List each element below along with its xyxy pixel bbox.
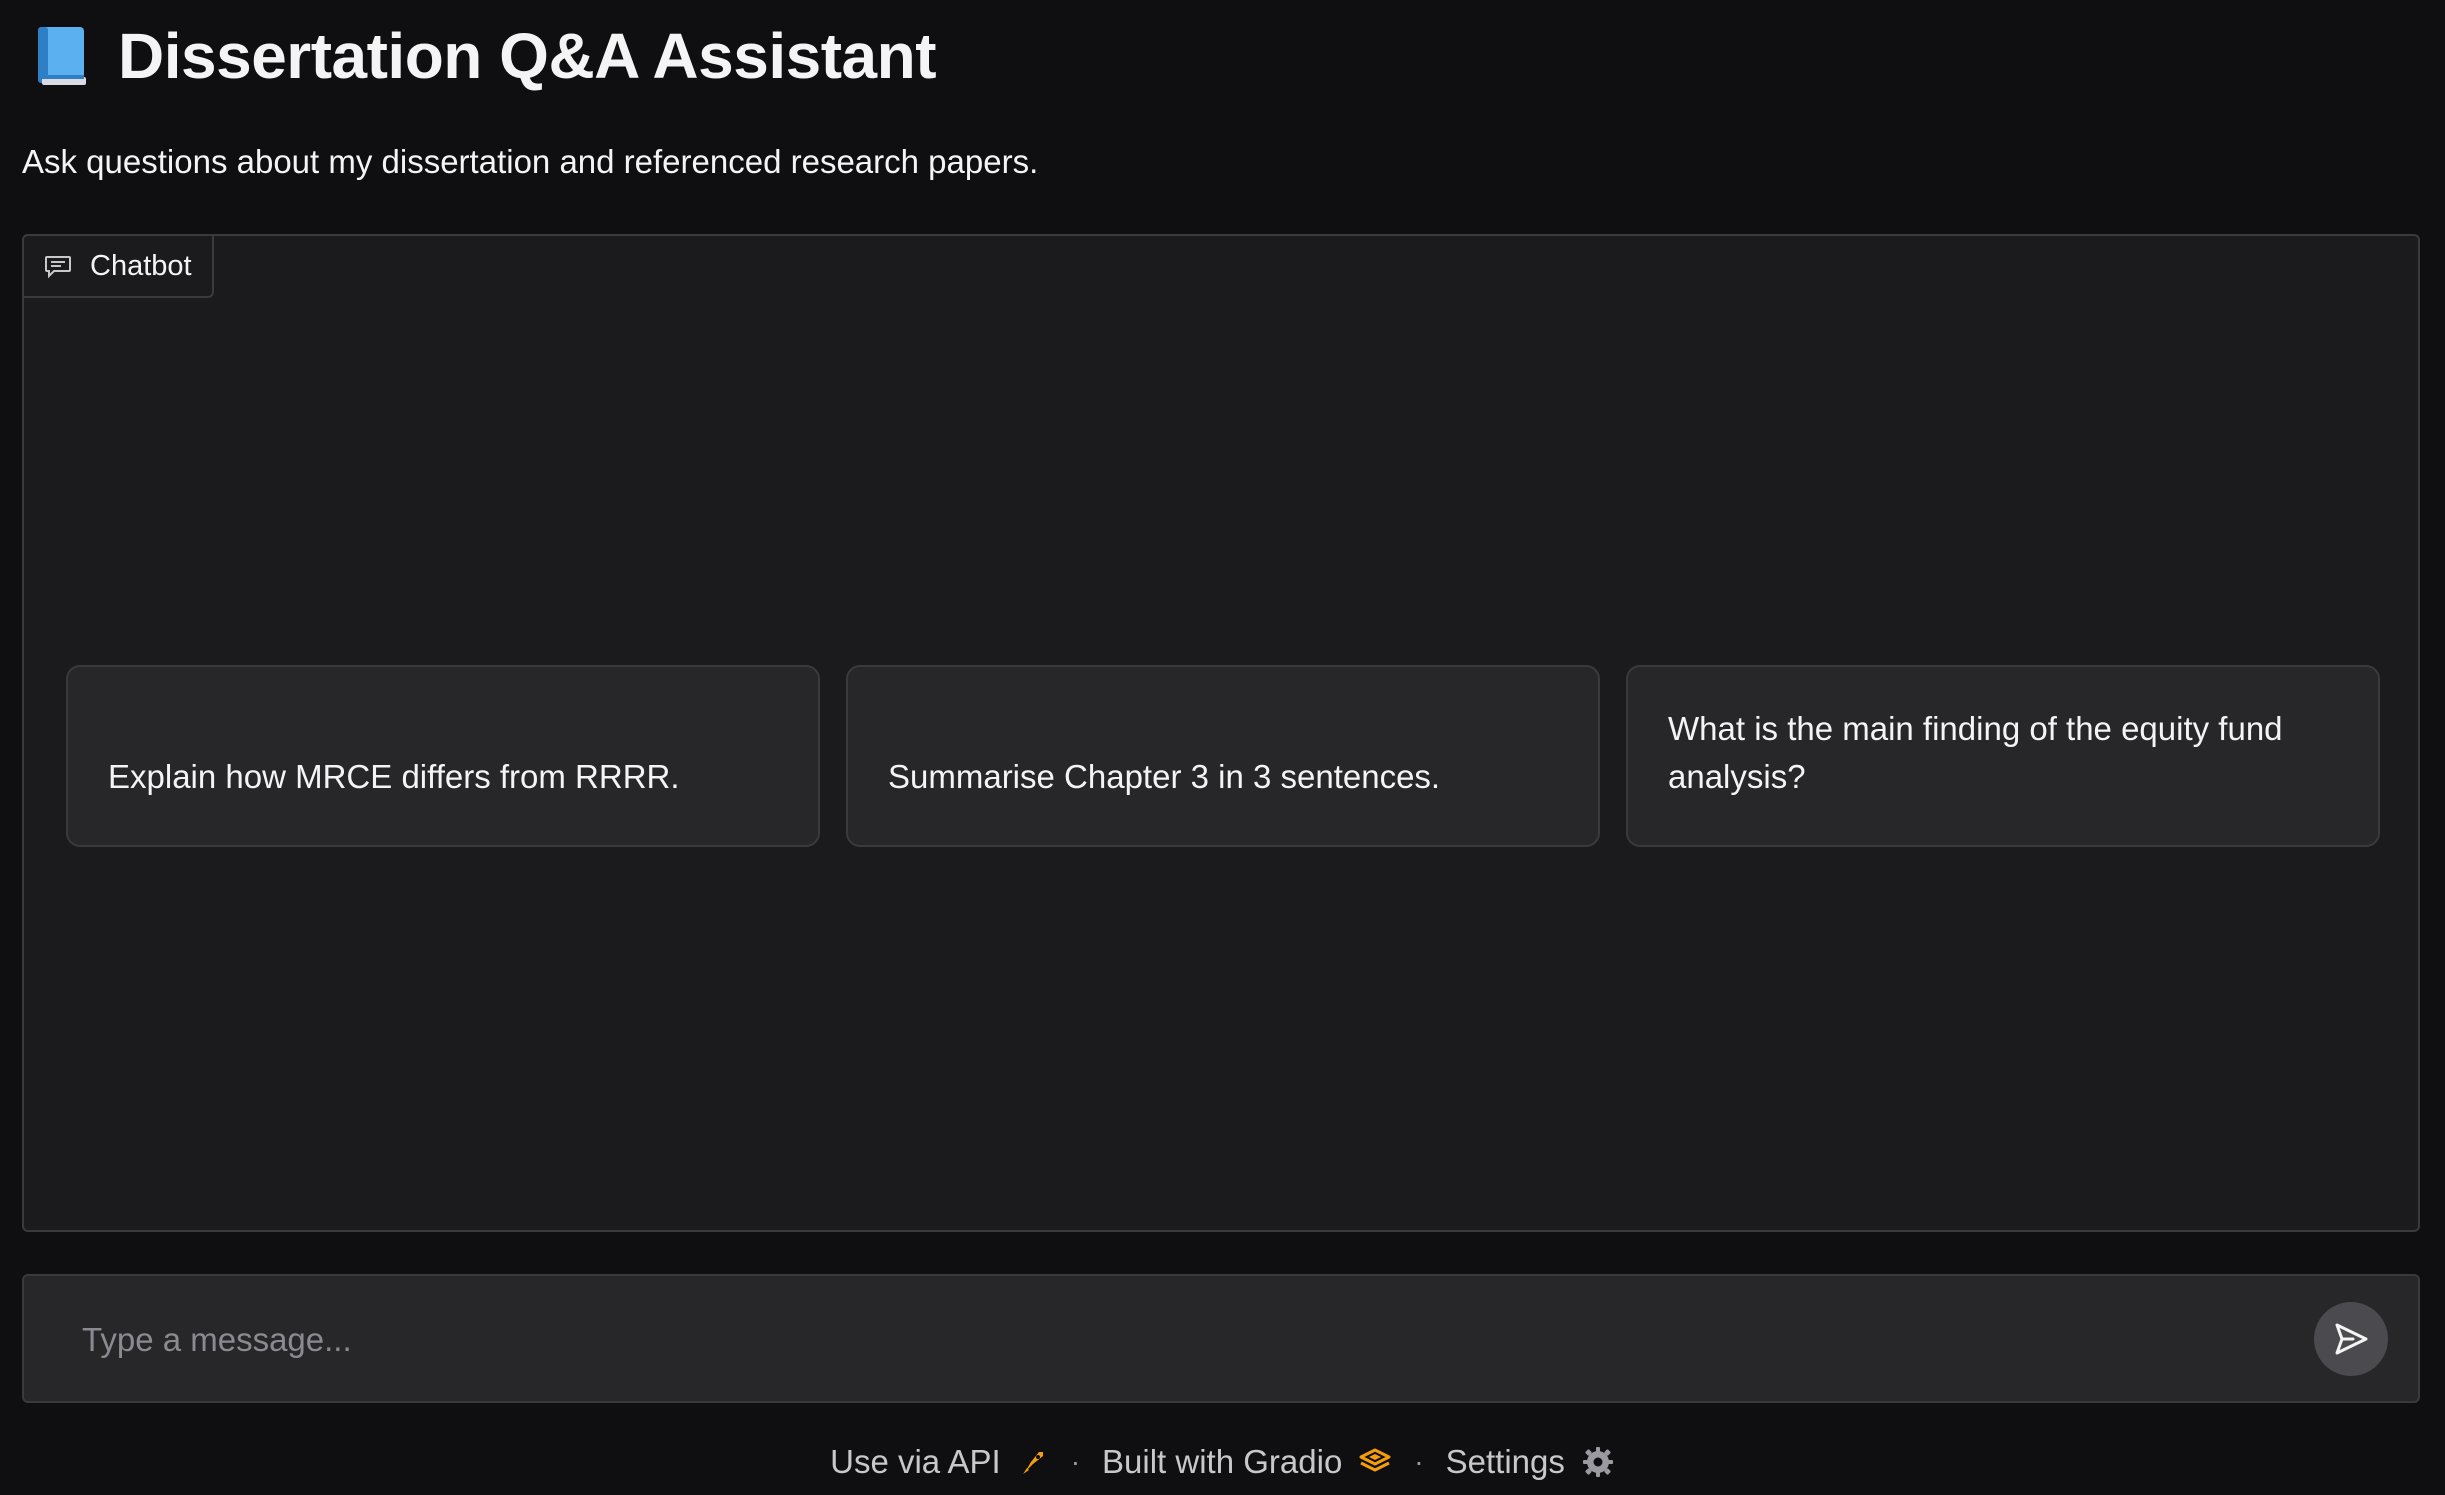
example-prompts: Explain how MRCE differs from RRRR. Summ… bbox=[66, 665, 2380, 847]
example-prompt-card[interactable]: Explain how MRCE differs from RRRR. bbox=[66, 665, 820, 847]
send-button[interactable] bbox=[2314, 1302, 2388, 1376]
gear-icon bbox=[1582, 1447, 1613, 1477]
example-prompt-text: Explain how MRCE differs from RRRR. bbox=[108, 758, 680, 795]
footer: Use via API · Built with Gradio · Settin… bbox=[0, 1443, 2445, 1481]
chatbot-panel: Chatbot Explain how MRCE differs from RR… bbox=[22, 234, 2420, 1232]
page-title: Dissertation Q&A Assistant bbox=[118, 20, 937, 92]
gradio-logo-icon bbox=[1359, 1448, 1391, 1472]
example-prompt-text: What is the main finding of the equity f… bbox=[1668, 710, 2283, 795]
app-root: Dissertation Q&A Assistant Ask questions… bbox=[0, 0, 2445, 1495]
built-with-gradio-link[interactable]: Built with Gradio bbox=[1102, 1443, 1392, 1481]
rocket-icon bbox=[1022, 1452, 1043, 1474]
message-input[interactable] bbox=[80, 1306, 2234, 1374]
example-prompt-card[interactable]: Summarise Chapter 3 in 3 sentences. bbox=[846, 665, 1600, 847]
settings-link[interactable]: Settings bbox=[1446, 1443, 1615, 1481]
settings-label: Settings bbox=[1445, 1443, 1565, 1480]
header: Dissertation Q&A Assistant bbox=[36, 14, 937, 98]
built-with-gradio-label: Built with Gradio bbox=[1102, 1443, 1343, 1480]
use-via-api-label: Use via API bbox=[830, 1443, 1001, 1480]
blue-book-icon bbox=[36, 25, 88, 87]
message-input-bar bbox=[22, 1274, 2420, 1403]
footer-separator: · bbox=[1414, 1446, 1424, 1477]
footer-separator: · bbox=[1070, 1446, 1081, 1477]
use-via-api-link[interactable]: Use via API bbox=[830, 1443, 1049, 1481]
chatbot-label-text: Chatbot bbox=[90, 249, 192, 282]
page-subtitle: Ask questions about my dissertation and … bbox=[22, 143, 1039, 180]
example-prompt-card[interactable]: What is the main finding of the equity f… bbox=[1626, 665, 2380, 847]
send-icon bbox=[2335, 1323, 2368, 1355]
example-prompt-text: Summarise Chapter 3 in 3 sentences. bbox=[888, 758, 1441, 795]
chat-bubble-icon bbox=[44, 254, 72, 279]
chatbot-label: Chatbot bbox=[22, 234, 214, 298]
